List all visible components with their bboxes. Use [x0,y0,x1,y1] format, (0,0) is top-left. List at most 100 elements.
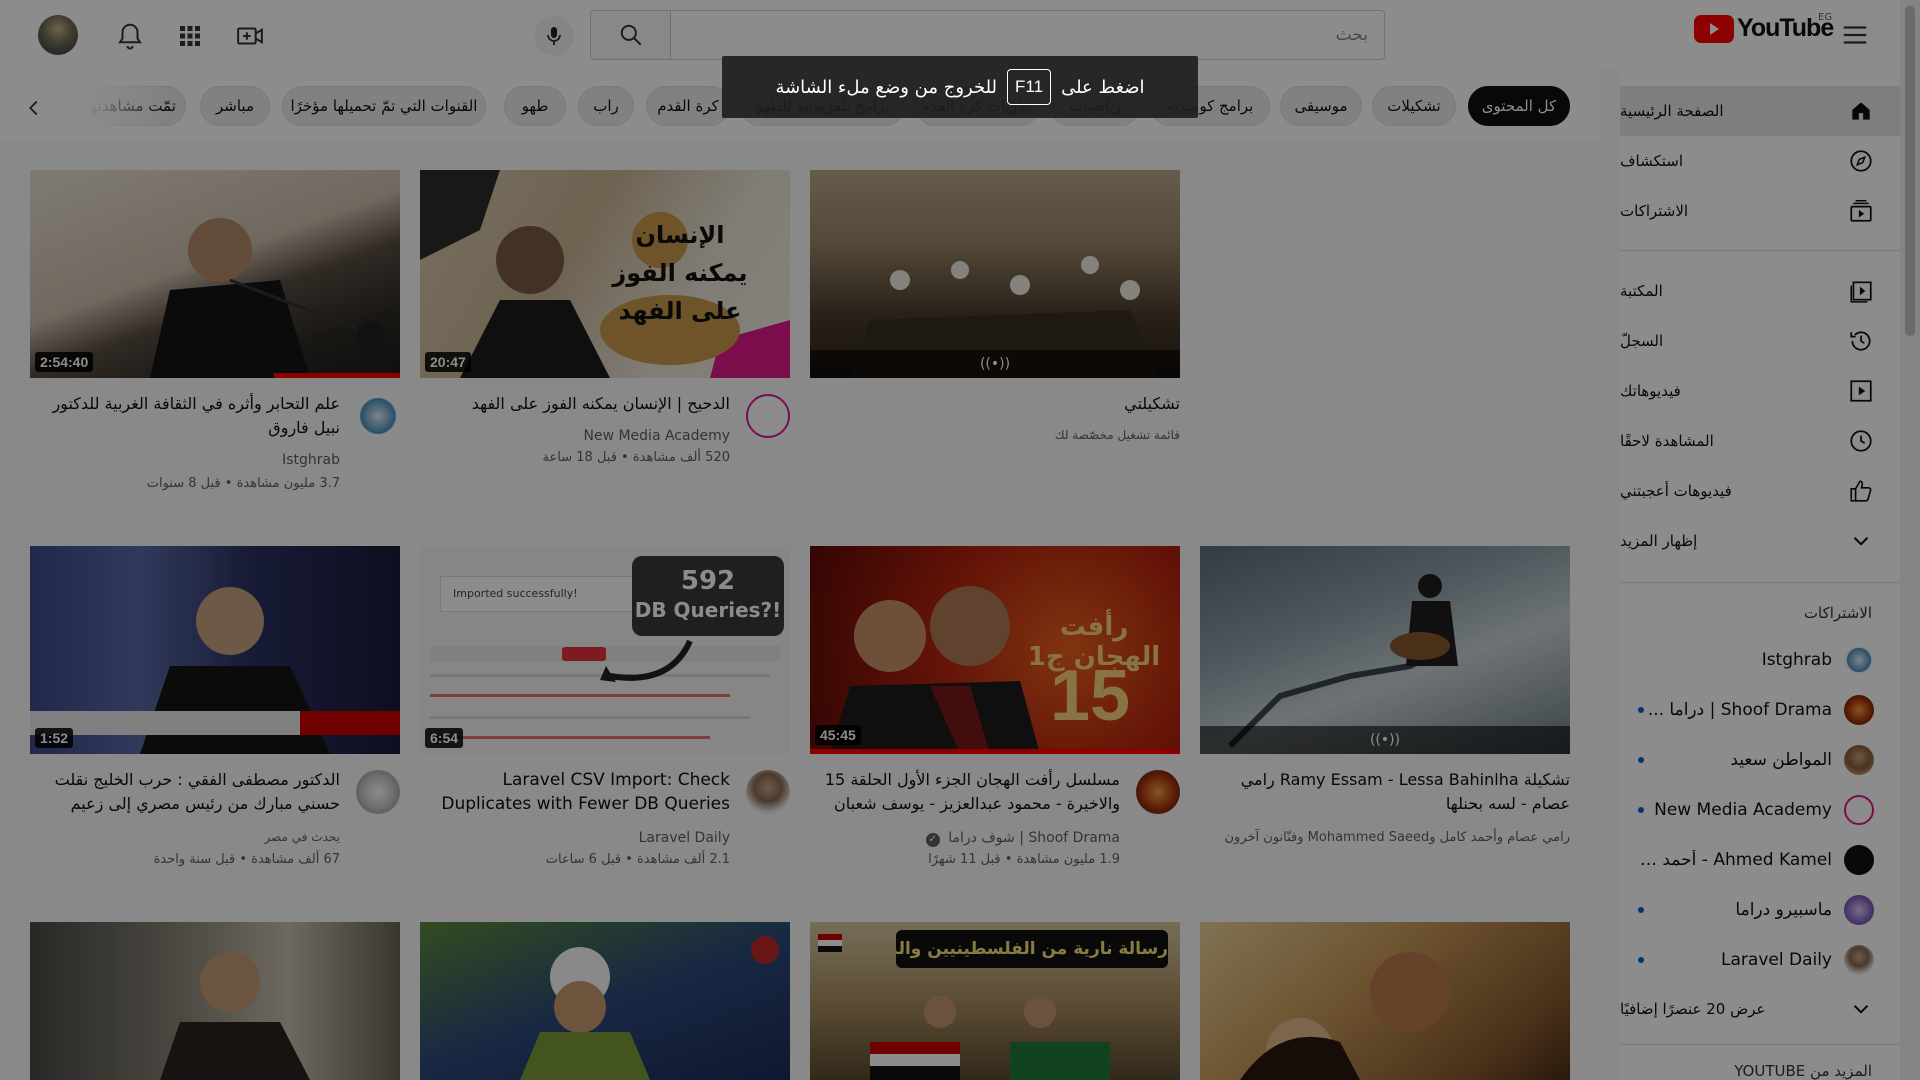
video-card[interactable]: رسالة نارية من الفلسطينيين والمصريين [810,922,1180,1080]
video-title[interactable]: الدكتور مصطفى الفقي : حرب الخليج نقلت حس… [40,768,340,816]
youtube-logo[interactable]: YouTube EG [1694,12,1834,43]
sidebar-item-show-more[interactable]: إظهار المزيد [1620,516,1900,566]
channel-avatar[interactable] [356,770,400,814]
video-thumbnail[interactable] [420,922,790,1080]
duration-badge: 1:52 [35,728,74,748]
create-icon[interactable] [232,18,268,54]
video-card[interactable]: Imported successfully! 592 DB Queries?! … [420,546,790,886]
chip-live[interactable]: مباشر [200,86,270,126]
video-meta: 3.7 مليون مشاهدة • قبل 8 سنوات [146,476,340,491]
mic-icon[interactable] [534,16,574,56]
video-title[interactable]: علم التحابر وأثره في الثقافة الغربية للد… [40,392,340,440]
subscription-item[interactable]: Istghrab [1620,636,1900,684]
video-thumbnail[interactable] [30,922,400,1080]
video-card[interactable] [1200,922,1570,1080]
chip-mixes[interactable]: تشكيلات [1372,86,1456,126]
channel-name[interactable]: Istghrab [282,452,340,468]
menu-icon[interactable] [1838,18,1872,52]
video-card[interactable] [30,922,400,1080]
video-meta: 520 ألف مشاهدة • قبل 18 ساعة [542,450,730,465]
video-thumbnail[interactable]: ((•)) [810,170,1180,378]
channel-name[interactable]: يحدث في مصر [264,830,340,844]
video-thumbnail[interactable]: 2:54:40 [30,170,400,378]
video-title[interactable]: مسلسل رأفت الهجان الجزء الأول الحلقة 15 … [820,768,1120,816]
subscription-item[interactable]: Ahmed Kamel - أحمد كامل [1620,836,1900,884]
subscription-name: Laravel Daily [1721,950,1832,970]
video-thumbnail[interactable]: رسالة نارية من الفلسطينيين والمصريين [810,922,1180,1080]
sidebar-item-home[interactable]: الصفحة الرئيسية [1620,86,1900,136]
video-card[interactable]: 1:52 الدكتور مصطفى الفقي : حرب الخليج نق… [30,546,400,886]
subscription-item[interactable]: المواطن سعيد [1620,736,1900,784]
sidebar-item-label: إظهار المزيد [1620,532,1698,550]
video-title[interactable]: Laravel CSV Import: Check Duplicates wit… [430,768,730,816]
chip-all[interactable]: كل المحتوى [1468,86,1570,126]
chip-cooking[interactable]: طهو [504,86,566,126]
region-code: EG [1818,12,1833,23]
sidebar-item-subscriptions[interactable]: الاشتراكات [1620,186,1900,236]
sidebar-item-your-videos[interactable]: فيديوهاتك [1620,366,1900,416]
search-input[interactable] [670,10,1385,60]
chip-recent-uploads[interactable]: القنوات التي تمّ تحميلها مؤخرًا [282,86,486,126]
channel-name[interactable]: New Media Academy [583,428,730,444]
channel-avatar[interactable] [746,770,790,814]
video-thumbnail[interactable]: Imported successfully! 592 DB Queries?! … [420,546,790,754]
liked-icon [1850,480,1872,502]
video-card[interactable]: الإنسان يمكنه الفوز على الفهد 20:47 الدح… [420,170,790,510]
video-card[interactable]: ((•)) تشكيلة Ramy Essam - Lessa Bahinlha… [1200,546,1570,886]
video-title[interactable]: تشكيلتي [880,392,1180,416]
sidebar-item-explore[interactable]: استكشاف [1620,136,1900,186]
channel-name[interactable]: Laravel Daily [639,830,730,846]
subscription-item[interactable]: ماسبيرو دراما [1620,886,1900,934]
live-icon: ((•)) [1369,732,1401,748]
sidebar-item-label: عرض 20 عنصرًا إضافيًا [1620,1000,1766,1018]
sidebar-item-library[interactable]: المكتبة [1620,266,1900,316]
sidebar-item-liked[interactable]: فيديوهات أعجبتني [1620,466,1900,516]
chevron-left-icon[interactable] [14,88,54,128]
video-card[interactable]: رأفت الهجان ج1 15 45:45 مسلسل رأفت الهجا… [810,546,1180,886]
chip-football[interactable]: كرة القدم [646,86,730,126]
video-meta: 1.9 مليون مشاهدة • قبل 11 شهرًا [928,852,1120,867]
video-thumbnail[interactable]: رأفت الهجان ج1 15 45:45 [810,546,1180,754]
channel-avatar [1844,845,1874,875]
video-card[interactable] [420,922,790,1080]
video-title[interactable]: تشكيلة Ramy Essam - Lessa Bahinlha رامي … [1200,768,1570,816]
channel-name[interactable]: Shoof Drama | شوف دراما ✓ [925,830,1120,847]
subscription-item[interactable]: Laravel Daily [1620,936,1900,984]
scrollbar-thumb[interactable] [1905,6,1915,336]
chip-music[interactable]: موسيقى [1280,86,1362,126]
video-thumbnail[interactable]: الإنسان يمكنه الفوز على الفهد 20:47 [420,170,790,378]
chip-rap[interactable]: راب [578,86,634,126]
video-meta: 67 ألف مشاهدة • قبل سنة واحدة [153,852,340,867]
channel-avatar[interactable] [356,394,400,438]
chevron-down-icon [1853,1005,1869,1014]
sidebar-item-label: فيديوهاتك [1620,382,1681,400]
thumbnail-art [520,936,779,1080]
video-thumbnail[interactable]: ((•)) [1200,546,1570,754]
video-card[interactable]: ((•)) تشكيلتي قائمة تشغيل مخصّصة لك [810,170,1180,510]
channel-avatar[interactable] [1136,770,1180,814]
sidebar-item-watch-later[interactable]: المشاهدة لاحقًا [1620,416,1900,466]
search-button[interactable] [590,10,670,60]
video-title[interactable]: الدحيح | الإنسان يمكنه الفوز على الفهد [430,392,730,416]
duration-badge: 2:54:40 [35,352,94,372]
page-scrollbar[interactable] [1900,0,1920,1080]
video-card[interactable]: 2:54:40 علم التحابر وأثره في الثقافة الغ… [30,170,400,510]
channel-name[interactable]: رامي عصام وأحمد كامل وMohammed Saeed وفن… [1225,830,1571,845]
avatar[interactable] [38,15,78,55]
channel-avatar[interactable] [746,394,790,438]
subscription-name: New Media Academy [1654,800,1832,820]
bell-icon[interactable] [112,18,148,54]
subscription-item[interactable]: Shoof Drama | دراما ... [1620,686,1900,734]
thumbnail-art [30,587,400,754]
thumbnail-episode: 15 [1049,656,1131,736]
subscription-name: Istghrab [1761,650,1832,670]
video-thumbnail[interactable] [1200,922,1570,1080]
sidebar-item-show-more-subs[interactable]: عرض 20 عنصرًا إضافيًا [1620,984,1900,1034]
apps-icon[interactable] [172,18,208,54]
duration-badge: 6:54 [425,728,464,748]
subscription-item[interactable]: New Media Academy [1620,786,1900,834]
new-content-dot [1638,957,1644,963]
sidebar-item-history[interactable]: السجلّ [1620,316,1900,366]
channel-name[interactable]: قائمة تشغيل مخصّصة لك [1055,428,1180,442]
video-thumbnail[interactable]: 1:52 [30,546,400,754]
